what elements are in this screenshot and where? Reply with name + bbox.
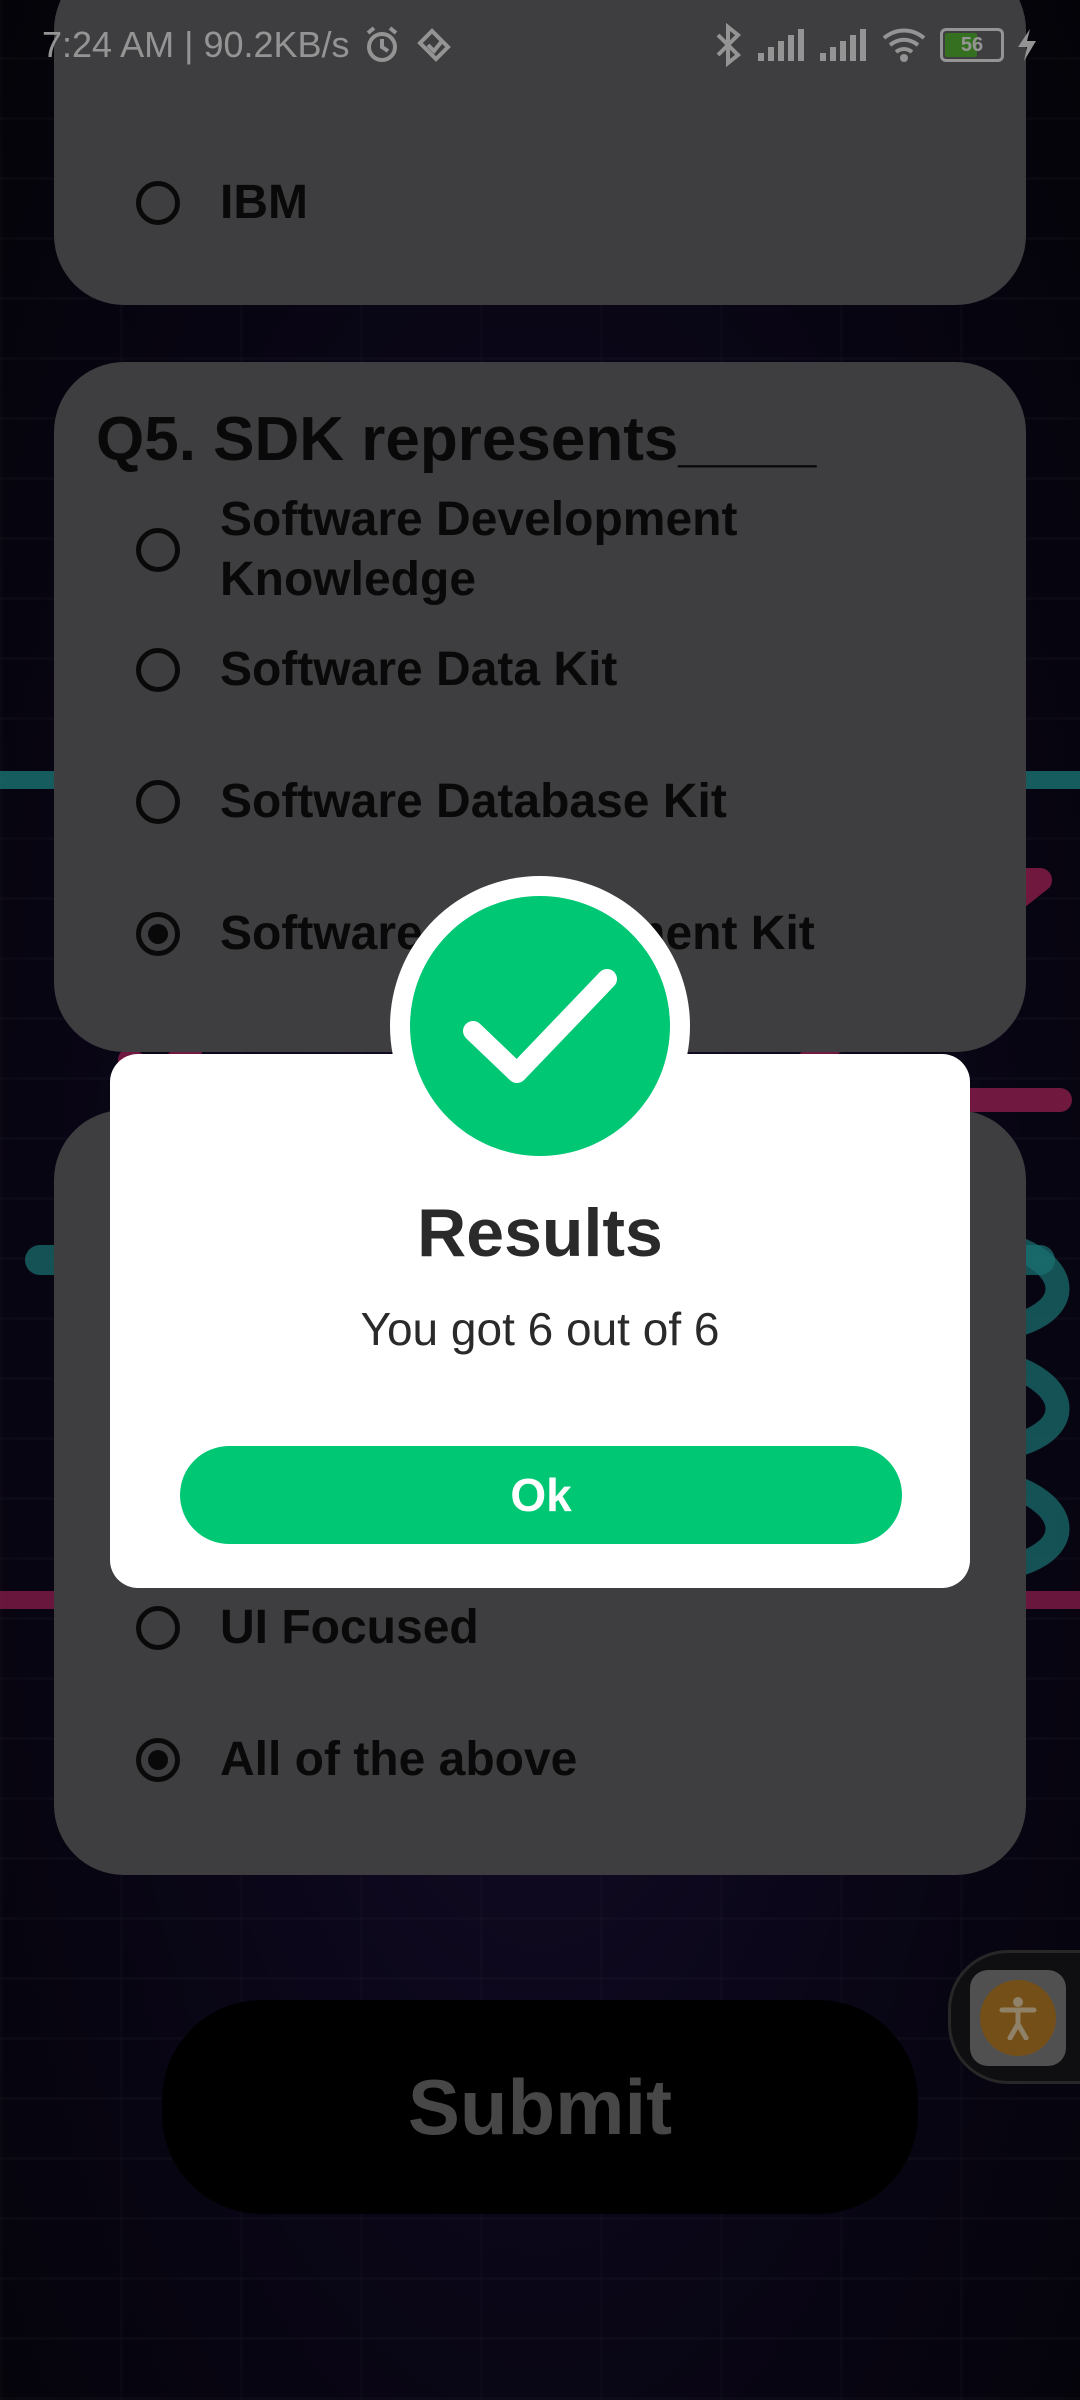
check-circle-icon	[463, 969, 617, 1083]
success-badge	[390, 876, 690, 1176]
ok-button[interactable]: Ok	[180, 1446, 902, 1544]
dialog-message: You got 6 out of 6	[360, 1303, 720, 1355]
dialog-title: Results	[417, 1195, 663, 1271]
